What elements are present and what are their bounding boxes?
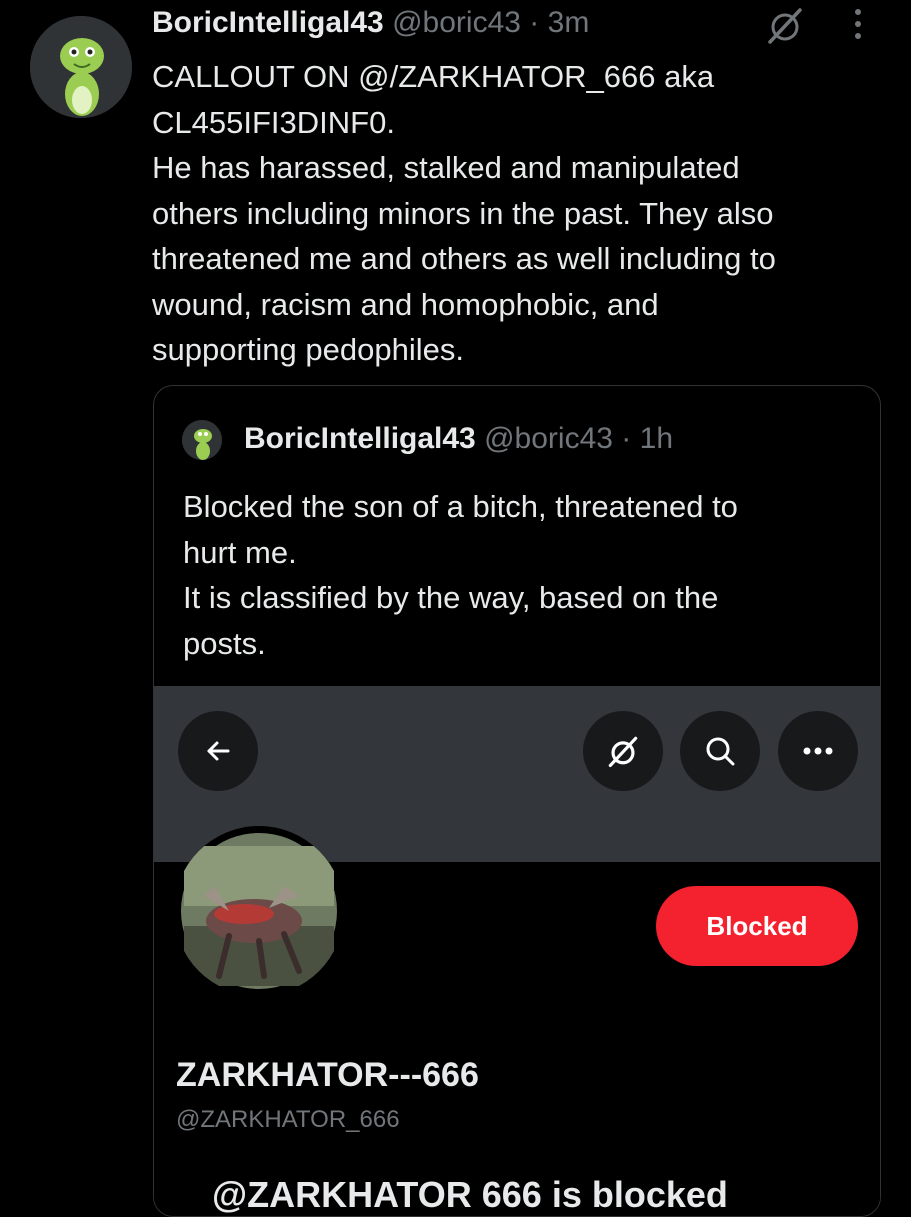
dinosaur-avatar-image: [182, 420, 222, 460]
back-arrow-icon: [207, 741, 230, 761]
post-header: BoricIntelligal43 @boric43 · 3m: [152, 6, 589, 40]
profile-picture: [174, 826, 344, 996]
quoted-header-separator: ·: [621, 422, 632, 455]
back-button: [178, 711, 258, 791]
grok-button: [583, 711, 663, 791]
search-icon: [706, 737, 735, 766]
grok-icon: [608, 736, 638, 768]
creature-profile-image: [174, 826, 344, 996]
more-vertical-icon[interactable]: [848, 4, 868, 44]
profile-handle: @ZARKHATOR_666: [176, 1106, 400, 1133]
attached-screenshot[interactable]: Blocked ZARKHATOR---666 @ZARKHATOR_666 @…: [154, 686, 880, 1216]
dinosaur-avatar-image: [30, 16, 132, 118]
quoted-author-avatar: [182, 420, 222, 460]
author-avatar[interactable]: [30, 16, 132, 118]
quoted-post[interactable]: BoricIntelligal43 @boric43 · 1h Blocked …: [153, 385, 881, 1217]
blocked-button: Blocked: [656, 886, 858, 966]
author-name[interactable]: BoricIntelligal43: [152, 6, 384, 39]
post-text: CALLOUT ON @/ZARKHATOR_666 aka CL455IFI3…: [152, 59, 776, 367]
header-separator: ·: [529, 6, 540, 39]
profile-name: ZARKHATOR---666: [176, 1056, 479, 1094]
author-handle[interactable]: @boric43: [392, 6, 521, 39]
search-button: [680, 711, 760, 791]
quoted-post-time: 1h: [639, 422, 674, 455]
quoted-post-header: BoricIntelligal43 @boric43 · 1h: [244, 422, 673, 456]
quoted-post-text: Blocked the son of a bitch, threatened t…: [183, 489, 738, 661]
quoted-author-handle: @boric43: [484, 422, 613, 455]
quoted-author-name: BoricIntelligal43: [244, 422, 476, 455]
grok-icon[interactable]: [764, 4, 806, 46]
more-button: [778, 711, 858, 791]
more-horizontal-icon: [803, 747, 833, 755]
post-time[interactable]: 3m: [548, 6, 590, 39]
blocked-notice: @ZARKHATOR 666 is blocked: [212, 1174, 728, 1215]
